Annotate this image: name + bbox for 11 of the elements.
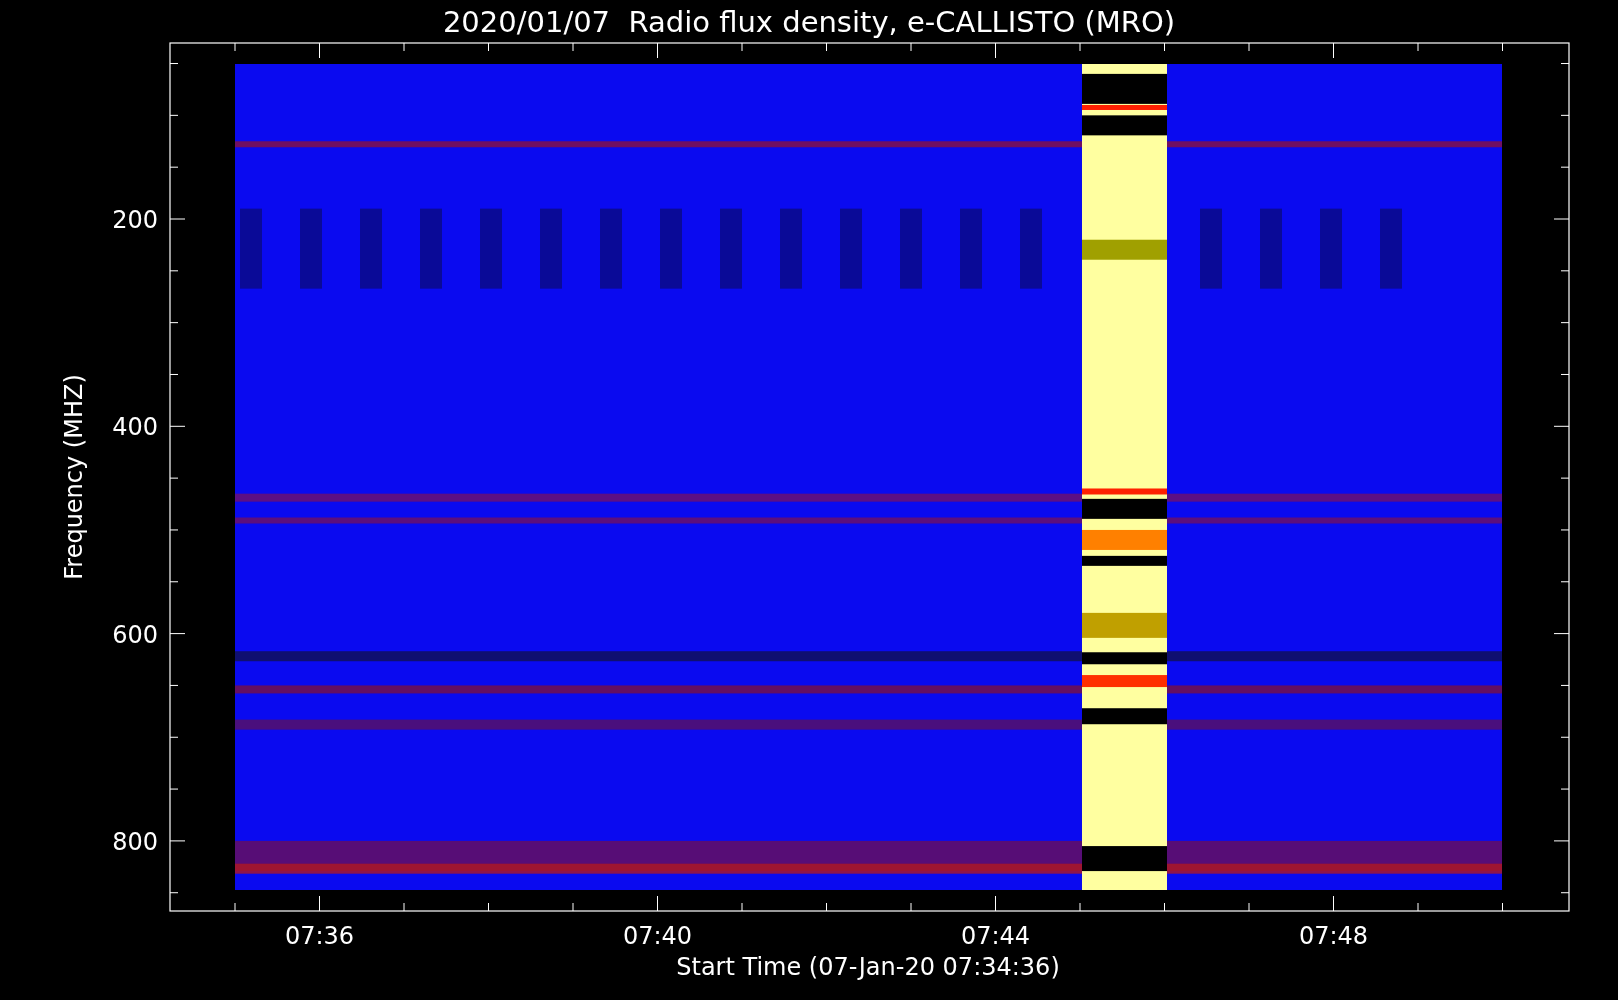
x-tick-label: 07:44 <box>960 922 1031 950</box>
chart-title: 2020/01/07 Radio flux density, e-CALLISTO (MRO) <box>442 5 1176 39</box>
y-axis-label: Frequency (MHZ) <box>60 374 88 580</box>
y-tick-label: 200 <box>112 206 158 234</box>
x-tick-label: 07:36 <box>284 922 355 950</box>
y-tick-label: 600 <box>112 620 158 649</box>
y-tick-label: 400 <box>112 413 158 442</box>
x-tick-label: 07:48 <box>1298 922 1369 950</box>
x-axis-label: Start Time (07-Jan-20 07:34:36) <box>676 953 1060 981</box>
y-tick-label: 800 <box>112 827 158 856</box>
x-tick-label: 07:40 <box>622 922 693 950</box>
